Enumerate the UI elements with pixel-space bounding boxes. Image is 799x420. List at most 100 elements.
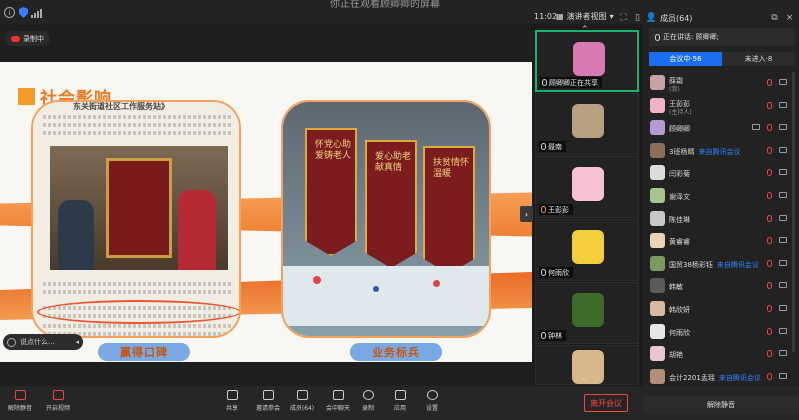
video-tile-5[interactable]: 钟林 xyxy=(535,282,639,344)
mic-icon xyxy=(541,332,546,339)
members-header: 成员(64) xyxy=(643,13,799,25)
recording-indicator[interactable]: 录制中 xyxy=(5,31,50,46)
record-button[interactable]: 录制 xyxy=(350,390,386,418)
settings-button[interactable]: 设置 xyxy=(414,390,450,418)
video-off-icon[interactable] xyxy=(779,237,787,244)
tab-not-joined[interactable]: 未进入·8 xyxy=(722,52,795,66)
avatar xyxy=(650,233,665,249)
layout-icon[interactable]: ▯ xyxy=(632,12,643,23)
member-row[interactable]: 谢泽文 xyxy=(647,185,797,207)
mic-muted-icon[interactable] xyxy=(767,79,772,86)
member-row[interactable]: 陈佳琳 xyxy=(647,208,797,230)
avatar xyxy=(650,188,665,203)
member-controls xyxy=(767,305,787,312)
member-row[interactable]: 顾卿卿 xyxy=(647,117,797,139)
unmute-all-button[interactable]: 解除静音 xyxy=(643,396,799,414)
scroll-down-icon[interactable]: ⌄ xyxy=(581,374,589,384)
right-photo-card: 怀党心助爱铸老人 爱心助老献真情 扶贫情怀温暖 xyxy=(281,100,491,338)
security-shield-icon[interactable] xyxy=(18,7,29,18)
member-row[interactable]: 黄睿睿 xyxy=(647,230,797,252)
info-icon[interactable]: i xyxy=(4,7,15,18)
mic-muted-icon xyxy=(14,390,26,400)
member-row[interactable]: 何雨欣 xyxy=(647,321,797,343)
members-button[interactable]: 成员(64) xyxy=(284,390,320,418)
member-name-text: 会计2201孟瑶 xyxy=(669,373,715,382)
mic-muted-icon[interactable] xyxy=(767,192,772,199)
start-video-label: 开启视频 xyxy=(45,405,70,412)
video-off-icon[interactable] xyxy=(779,259,787,266)
window-title: 你正在观看顾卿卿的屏幕 xyxy=(330,0,440,10)
view-mode-button[interactable]: ▦ 演讲者视图 ▾ xyxy=(556,11,614,22)
video-tile-2[interactable]: 聂南 xyxy=(535,93,639,155)
mic-muted-icon[interactable] xyxy=(767,259,772,267)
mic-icon xyxy=(541,269,546,276)
pennant-1: 怀党心助爱铸老人 xyxy=(305,128,357,256)
mic-muted-icon[interactable] xyxy=(767,146,772,154)
expand-strip-button[interactable]: › xyxy=(520,206,533,222)
mic-muted-icon[interactable] xyxy=(767,237,772,245)
video-off-icon[interactable] xyxy=(779,79,787,85)
video-off-icon[interactable] xyxy=(779,282,787,289)
apps-button[interactable]: 应用 xyxy=(382,390,418,418)
member-row[interactable]: 薛霜 (我) xyxy=(647,72,797,94)
avatar xyxy=(572,167,604,201)
member-row[interactable]: 会计2201孟瑶 来自腾讯会议 xyxy=(647,366,797,388)
video-off-icon[interactable] xyxy=(779,101,787,108)
video-strip: ⌃ 顾卿卿正在共享 聂南 王彭彭 何雨欣 钟林 ⌄ xyxy=(533,24,643,386)
quick-chat-input[interactable]: 说点什么... ◂ xyxy=(3,334,83,350)
member-role: (我) xyxy=(669,86,680,93)
unmute-button[interactable]: 解除静音 xyxy=(2,390,38,418)
member-controls xyxy=(767,327,787,335)
mic-muted-icon[interactable] xyxy=(767,101,772,109)
collapse-chevron-icon[interactable]: ◂ xyxy=(75,338,79,346)
mic-muted-icon[interactable] xyxy=(767,305,772,312)
start-video-button[interactable]: 开启视频 xyxy=(40,390,76,418)
share-button[interactable]: 共享 xyxy=(214,390,250,418)
pennant-3: 扶贫情怀温暖 xyxy=(423,146,475,274)
member-row[interactable]: 胡艳 xyxy=(647,343,797,365)
emoji-icon[interactable] xyxy=(7,337,16,347)
mic-muted-icon[interactable] xyxy=(767,169,772,177)
member-controls xyxy=(767,237,787,245)
member-row[interactable]: 韩敏 xyxy=(647,275,797,297)
member-row[interactable]: 王彭彭 (主持人) xyxy=(647,95,797,117)
video-off-icon[interactable] xyxy=(779,305,787,311)
mic-muted-icon[interactable] xyxy=(767,214,772,222)
member-controls xyxy=(767,79,787,86)
member-row[interactable]: 国贸38杨彩钰 来自腾讯会议 xyxy=(647,253,797,275)
member-row[interactable]: 3班杨晴 来自腾讯会议 xyxy=(647,140,797,162)
video-tile-1[interactable]: 顾卿卿正在共享 xyxy=(535,30,639,92)
video-off-icon[interactable] xyxy=(779,146,787,153)
video-off-icon[interactable] xyxy=(779,214,787,221)
mic-muted-icon[interactable] xyxy=(767,350,772,358)
invite-button[interactable]: 邀请参会 xyxy=(250,390,286,418)
video-off-icon[interactable] xyxy=(779,372,787,379)
member-controls xyxy=(767,282,787,290)
mic-muted-icon[interactable] xyxy=(767,282,772,290)
avatar xyxy=(572,230,604,264)
mic-muted-icon[interactable] xyxy=(767,124,772,132)
video-off-icon[interactable] xyxy=(779,124,787,131)
mic-muted-icon[interactable] xyxy=(767,327,772,335)
tab-in-meeting[interactable]: 会议中·56 xyxy=(649,52,722,66)
record-label: 录制 xyxy=(361,405,374,412)
member-list-scrollbar[interactable] xyxy=(792,72,795,352)
mic-muted-icon[interactable] xyxy=(767,372,772,380)
speaking-indicator: 正在讲话: 顾卿卿; xyxy=(649,28,795,46)
caption-left: 赢得口碑 xyxy=(98,343,190,361)
member-row[interactable]: 韩欣妍 xyxy=(647,298,797,320)
video-off-icon[interactable] xyxy=(779,192,787,198)
avatar xyxy=(650,255,665,271)
chevron-right-icon: › xyxy=(524,209,529,219)
video-off-icon[interactable] xyxy=(779,350,787,357)
leave-meeting-button[interactable]: 离开会议 xyxy=(584,394,628,412)
fullscreen-icon[interactable]: ⛶ xyxy=(618,12,629,23)
video-off-icon[interactable] xyxy=(779,169,787,176)
video-tile-3[interactable]: 王彭彭 xyxy=(535,156,639,218)
notice-board xyxy=(283,266,489,326)
video-tile-4[interactable]: 何雨欣 xyxy=(535,219,639,281)
view-mode-label: 演讲者视图 xyxy=(566,12,607,21)
add-user-icon xyxy=(262,390,274,400)
video-off-icon[interactable] xyxy=(779,327,787,334)
member-row[interactable]: 闫彩菊 xyxy=(647,162,797,184)
